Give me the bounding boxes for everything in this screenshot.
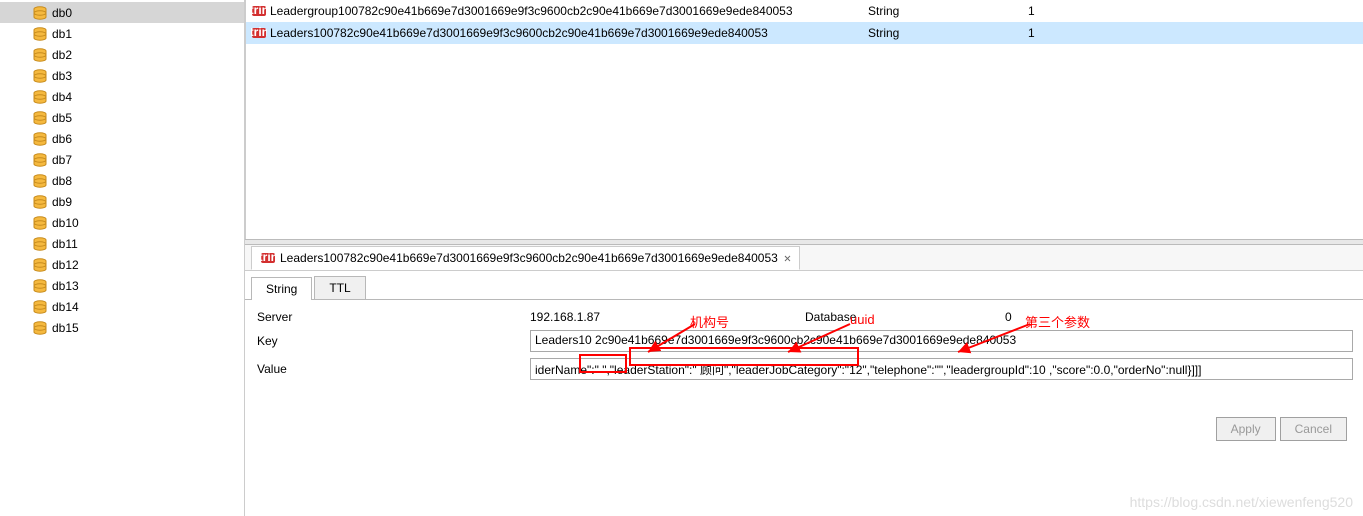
- tree-item[interactable]: db9: [0, 191, 244, 212]
- editor-tab-title: Leaders100782c90e41b669e7d3001669e9f3c96…: [280, 251, 778, 265]
- editor-subtabs: String TTL: [245, 271, 1363, 300]
- tree-item[interactable]: db3: [0, 65, 244, 86]
- database-icon: [32, 5, 48, 21]
- tree-item[interactable]: db8: [0, 170, 244, 191]
- subtab-ttl[interactable]: TTL: [314, 276, 365, 299]
- key-input[interactable]: Leaders10 2c90e41b669e7d3001669e9f3c9600…: [530, 330, 1353, 352]
- tree-item[interactable]: db6: [0, 128, 244, 149]
- string-type-icon: String: [246, 25, 268, 41]
- editor-tabbar: String Leaders100782c90e41b669e7d3001669…: [245, 245, 1363, 271]
- value-label: Value: [255, 362, 530, 376]
- database-icon: [32, 215, 48, 231]
- key-type: String: [868, 4, 1028, 18]
- key-label: Key: [255, 334, 530, 348]
- database-icon: [32, 131, 48, 147]
- key-row[interactable]: String Leadergroup100782c90e41b669e7d300…: [246, 0, 1363, 22]
- tree-item[interactable]: db13: [0, 275, 244, 296]
- database-icon: [32, 110, 48, 126]
- tree-item[interactable]: db15: [0, 317, 244, 338]
- tree-item[interactable]: db7: [0, 149, 244, 170]
- database-tree[interactable]: db0 db1 db2 db3 db4 db5 db6 db7 db8 db9 …: [0, 0, 245, 516]
- key-list[interactable]: String Leadergroup100782c90e41b669e7d300…: [245, 0, 1363, 239]
- database-icon: [32, 26, 48, 42]
- database-icon: [32, 152, 48, 168]
- tree-item[interactable]: db1: [0, 23, 244, 44]
- tree-item[interactable]: db14: [0, 296, 244, 317]
- database-icon: [32, 236, 48, 252]
- key-name: Leaders100782c90e41b669e7d3001669e9f3c96…: [268, 26, 868, 40]
- database-value: 0: [1005, 310, 1205, 324]
- database-icon: [32, 68, 48, 84]
- server-label: Server: [255, 310, 530, 324]
- value-input[interactable]: iderName":" ","leaderStation":" 顾问","lea…: [530, 358, 1353, 380]
- tree-item[interactable]: db4: [0, 86, 244, 107]
- string-type-icon: String: [246, 3, 268, 19]
- editor-tab[interactable]: String Leaders100782c90e41b669e7d3001669…: [251, 246, 800, 270]
- tree-item[interactable]: db12: [0, 254, 244, 275]
- cancel-button[interactable]: Cancel: [1280, 417, 1347, 441]
- apply-button[interactable]: Apply: [1216, 417, 1276, 441]
- key-name: Leadergroup100782c90e41b669e7d3001669e9f…: [268, 4, 868, 18]
- database-icon: [32, 257, 48, 273]
- string-type-icon: String: [260, 250, 276, 266]
- subtab-string[interactable]: String: [251, 277, 312, 300]
- key-row[interactable]: String Leaders100782c90e41b669e7d3001669…: [246, 22, 1363, 44]
- server-value: 192.168.1.87: [530, 310, 805, 324]
- database-icon: [32, 173, 48, 189]
- tree-item[interactable]: db2: [0, 44, 244, 65]
- key-type: String: [868, 26, 1028, 40]
- tree-item[interactable]: db11: [0, 233, 244, 254]
- key-count: 1: [1028, 4, 1128, 18]
- database-icon: [32, 278, 48, 294]
- tree-item[interactable]: db5: [0, 107, 244, 128]
- database-icon: [32, 194, 48, 210]
- close-icon[interactable]: ✕: [784, 251, 791, 265]
- database-icon: [32, 47, 48, 63]
- database-icon: [32, 320, 48, 336]
- database-label: Database: [805, 310, 1005, 324]
- svg-text:String: String: [251, 25, 267, 39]
- svg-text:String: String: [260, 250, 276, 264]
- editor-form: Server 192.168.1.87 Database 0 Key Leade…: [245, 300, 1363, 386]
- tree-label: db0: [52, 6, 72, 20]
- svg-text:String: String: [251, 3, 267, 17]
- database-icon: [32, 89, 48, 105]
- tree-item[interactable]: db10: [0, 212, 244, 233]
- key-count: 1: [1028, 26, 1128, 40]
- database-icon: [32, 299, 48, 315]
- tree-item-db0[interactable]: db0: [0, 2, 244, 23]
